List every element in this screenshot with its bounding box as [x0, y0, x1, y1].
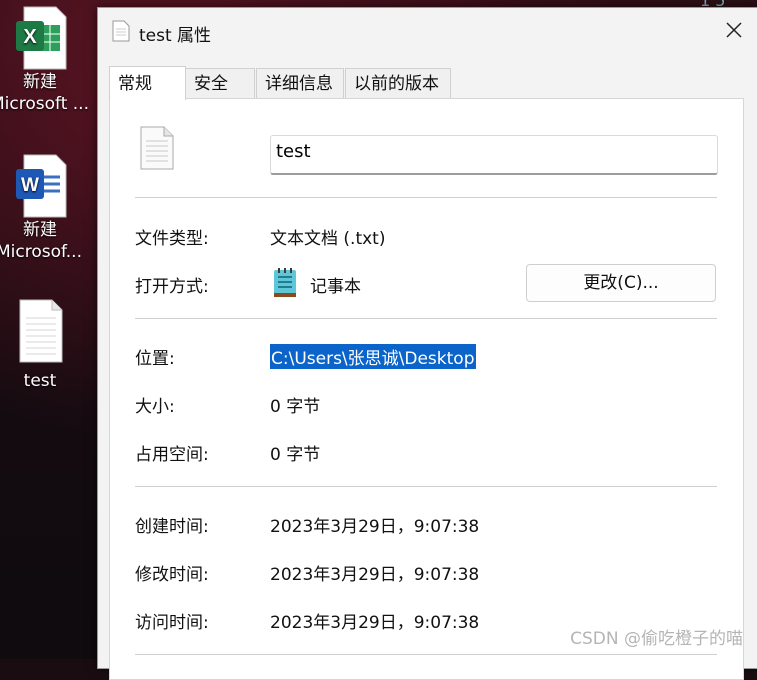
created-value: 2023年3月29日，9:07:38 [270, 517, 480, 537]
title-bar[interactable]: test 属性 [98, 8, 757, 56]
separator [135, 654, 717, 655]
text-file-icon [112, 20, 130, 42]
size-value: 0 字节 [270, 397, 321, 417]
tab-previous-versions[interactable]: 以前的版本 [345, 68, 451, 98]
change-button[interactable]: 更改(C)... [526, 264, 716, 302]
size-label: 大小: [135, 397, 175, 417]
word-icon: W [12, 153, 68, 219]
file-type-value: 文本文档 (.txt) [270, 229, 386, 249]
desktop-icon-excel[interactable]: X 新建 Microsoft ... [0, 5, 88, 115]
size-on-disk-label: 占用空间: [135, 445, 209, 465]
svg-text:W: W [21, 175, 39, 196]
file-type-label: 文件类型: [135, 229, 209, 249]
accessed-label: 访问时间: [135, 613, 209, 633]
desktop-icon-label: test [23, 371, 57, 391]
location-value[interactable]: C:\Users\张思诚\Desktop [270, 344, 476, 369]
text-file-icon [12, 298, 68, 364]
svg-text:X: X [23, 26, 37, 48]
accessed-value: 2023年3月29日，9:07:38 [270, 613, 480, 633]
file-name-input[interactable]: test [270, 135, 718, 175]
separator [135, 197, 717, 198]
desktop-icon-word[interactable]: W 新建 Microsof... [0, 153, 82, 263]
open-with-label: 打开方式: [135, 277, 209, 297]
open-with-value: 记事本 [310, 277, 361, 297]
notepad-icon [273, 267, 297, 303]
watermark: CSDN @偷吃橙子的喵 [570, 629, 743, 649]
modified-value: 2023年3月29日，9:07:38 [270, 565, 480, 585]
created-label: 创建时间: [135, 517, 209, 537]
properties-dialog: test 属性 常规 安全 详细信息 以前的版本 test 文件类型: 文本文档… [97, 7, 757, 680]
tab-security[interactable]: 安全 [185, 68, 255, 98]
general-tab-panel: test 文件类型: 文本文档 (.txt) 打开方式: 记事本 更改(C)..… [109, 98, 744, 680]
separator [135, 318, 717, 319]
close-button[interactable] [722, 18, 746, 42]
separator [135, 486, 717, 487]
desktop-icon-test[interactable]: test [0, 298, 80, 392]
desktop-icon-label: Microsof... [0, 242, 82, 262]
size-on-disk-value: 0 字节 [270, 445, 321, 465]
excel-icon: X [12, 5, 68, 71]
modified-label: 修改时间: [135, 565, 209, 585]
tab-general[interactable]: 常规 [109, 66, 186, 100]
close-icon [726, 22, 742, 38]
file-type-icon [140, 126, 174, 174]
desktop-icon-label: 新建 [23, 72, 57, 92]
desktop-icon-label: Microsoft ... [0, 94, 88, 114]
desktop-icon-label: 新建 [23, 220, 57, 240]
dialog-title: test 属性 [139, 26, 212, 46]
tab-details[interactable]: 详细信息 [256, 68, 344, 98]
location-label: 位置: [135, 349, 175, 369]
